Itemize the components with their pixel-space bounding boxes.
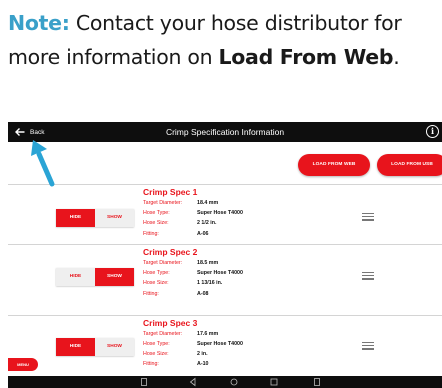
top-bar: Back Crimp Specification Information i bbox=[8, 122, 442, 142]
field-value: A-06 bbox=[197, 231, 209, 237]
field-value: A-10 bbox=[197, 361, 209, 367]
spec-field: Hose Size: 2 in. bbox=[143, 351, 343, 360]
app-screen: Back Crimp Specification Information i L… bbox=[8, 122, 442, 388]
load-from-usb-button[interactable]: LOAD FROM USB bbox=[377, 154, 442, 176]
field-label: Hose Type: bbox=[143, 270, 170, 276]
spec-field: Hose Type: Super Hose T4000 bbox=[143, 270, 343, 279]
field-label: Hose Size: bbox=[143, 351, 169, 357]
field-value: 18.5 mm bbox=[197, 260, 219, 266]
field-value: A-08 bbox=[197, 291, 209, 297]
spec-field: Hose Size: 2 1/2 in. bbox=[143, 220, 343, 229]
field-value: 2 1/2 in. bbox=[197, 220, 217, 226]
show-button[interactable]: SHOW bbox=[95, 268, 134, 286]
nav-recents-icon[interactable] bbox=[269, 377, 279, 387]
system-nav-bar bbox=[8, 376, 442, 388]
spec-title: Crimp Spec 1 bbox=[143, 187, 198, 197]
spec-field: Hose Type: Super Hose T4000 bbox=[143, 341, 343, 350]
spec-field: Target Diameter: 17.6 mm bbox=[143, 331, 343, 340]
field-label: Fitting: bbox=[143, 361, 159, 367]
spec-field: Fitting: A-08 bbox=[143, 291, 343, 300]
crimp-spec-row: Crimp Spec 2 Target Diameter: 18.5 mm Hos… bbox=[8, 244, 442, 304]
nav-back-icon[interactable] bbox=[188, 377, 198, 387]
field-value: Super Hose T4000 bbox=[197, 210, 243, 216]
hamburger-menu-icon[interactable] bbox=[362, 213, 374, 221]
field-value: 18.4 mm bbox=[197, 200, 219, 206]
field-label: Fitting: bbox=[143, 291, 159, 297]
screenshot-icon[interactable] bbox=[139, 377, 149, 387]
field-label: Hose Size: bbox=[143, 280, 169, 286]
field-value: Super Hose T4000 bbox=[197, 270, 243, 276]
show-button[interactable]: SHOW bbox=[95, 338, 134, 356]
show-button[interactable]: SHOW bbox=[95, 209, 134, 227]
nav-home-icon[interactable] bbox=[229, 377, 239, 387]
crimp-spec-row: Crimp Spec 1 Target Diameter: 18.4 mm Hos… bbox=[8, 184, 442, 244]
note-emphasis: Load From Web bbox=[218, 45, 394, 69]
field-label: Fitting: bbox=[143, 231, 159, 237]
hamburger-menu-icon[interactable] bbox=[362, 272, 374, 280]
field-label: Target Diameter: bbox=[143, 260, 183, 266]
hide-button[interactable]: HIDE bbox=[56, 338, 95, 356]
callout-arrow-icon bbox=[31, 140, 55, 187]
menu-button[interactable]: MENU bbox=[8, 358, 38, 371]
screenshot-icon[interactable] bbox=[312, 377, 322, 387]
hide-show-toggle: HIDE SHOW bbox=[56, 209, 134, 227]
spec-title: Crimp Spec 3 bbox=[143, 318, 198, 328]
crimp-spec-row: Crimp Spec 3 Target Diameter: 17.6 mm Hos… bbox=[8, 315, 442, 375]
hide-show-toggle: HIDE SHOW bbox=[56, 268, 134, 286]
spec-field: Target Diameter: 18.4 mm bbox=[143, 200, 343, 209]
hide-button[interactable]: HIDE bbox=[56, 209, 95, 227]
field-label: Hose Type: bbox=[143, 210, 170, 216]
field-value: 1 13/16 in. bbox=[197, 280, 223, 286]
field-value: 17.6 mm bbox=[197, 331, 219, 337]
hide-button[interactable]: HIDE bbox=[56, 268, 95, 286]
page-title: Crimp Specification Information bbox=[165, 127, 285, 137]
hide-show-toggle: HIDE SHOW bbox=[56, 338, 134, 356]
spec-field: Fitting: A-06 bbox=[143, 231, 343, 240]
field-value: 2 in. bbox=[197, 351, 208, 357]
field-label: Hose Type: bbox=[143, 341, 170, 347]
load-from-web-button[interactable]: LOAD FROM WEB bbox=[298, 154, 370, 176]
info-icon[interactable]: i bbox=[426, 125, 439, 138]
note-period: . bbox=[393, 45, 400, 69]
note-paragraph: Note: Contact your hose distributor for … bbox=[8, 6, 438, 74]
spec-field: Fitting: A-10 bbox=[143, 361, 343, 370]
note-label: Note: bbox=[8, 11, 70, 35]
field-label: Target Diameter: bbox=[143, 200, 183, 206]
spec-field: Hose Size: 1 13/16 in. bbox=[143, 280, 343, 289]
spec-title: Crimp Spec 2 bbox=[143, 247, 198, 257]
field-label: Hose Size: bbox=[143, 220, 169, 226]
field-label: Target Diameter: bbox=[143, 331, 183, 337]
field-value: Super Hose T4000 bbox=[197, 341, 243, 347]
spec-field: Hose Type: Super Hose T4000 bbox=[143, 210, 343, 219]
spec-field: Target Diameter: 18.5 mm bbox=[143, 260, 343, 269]
hamburger-menu-icon[interactable] bbox=[362, 342, 374, 350]
